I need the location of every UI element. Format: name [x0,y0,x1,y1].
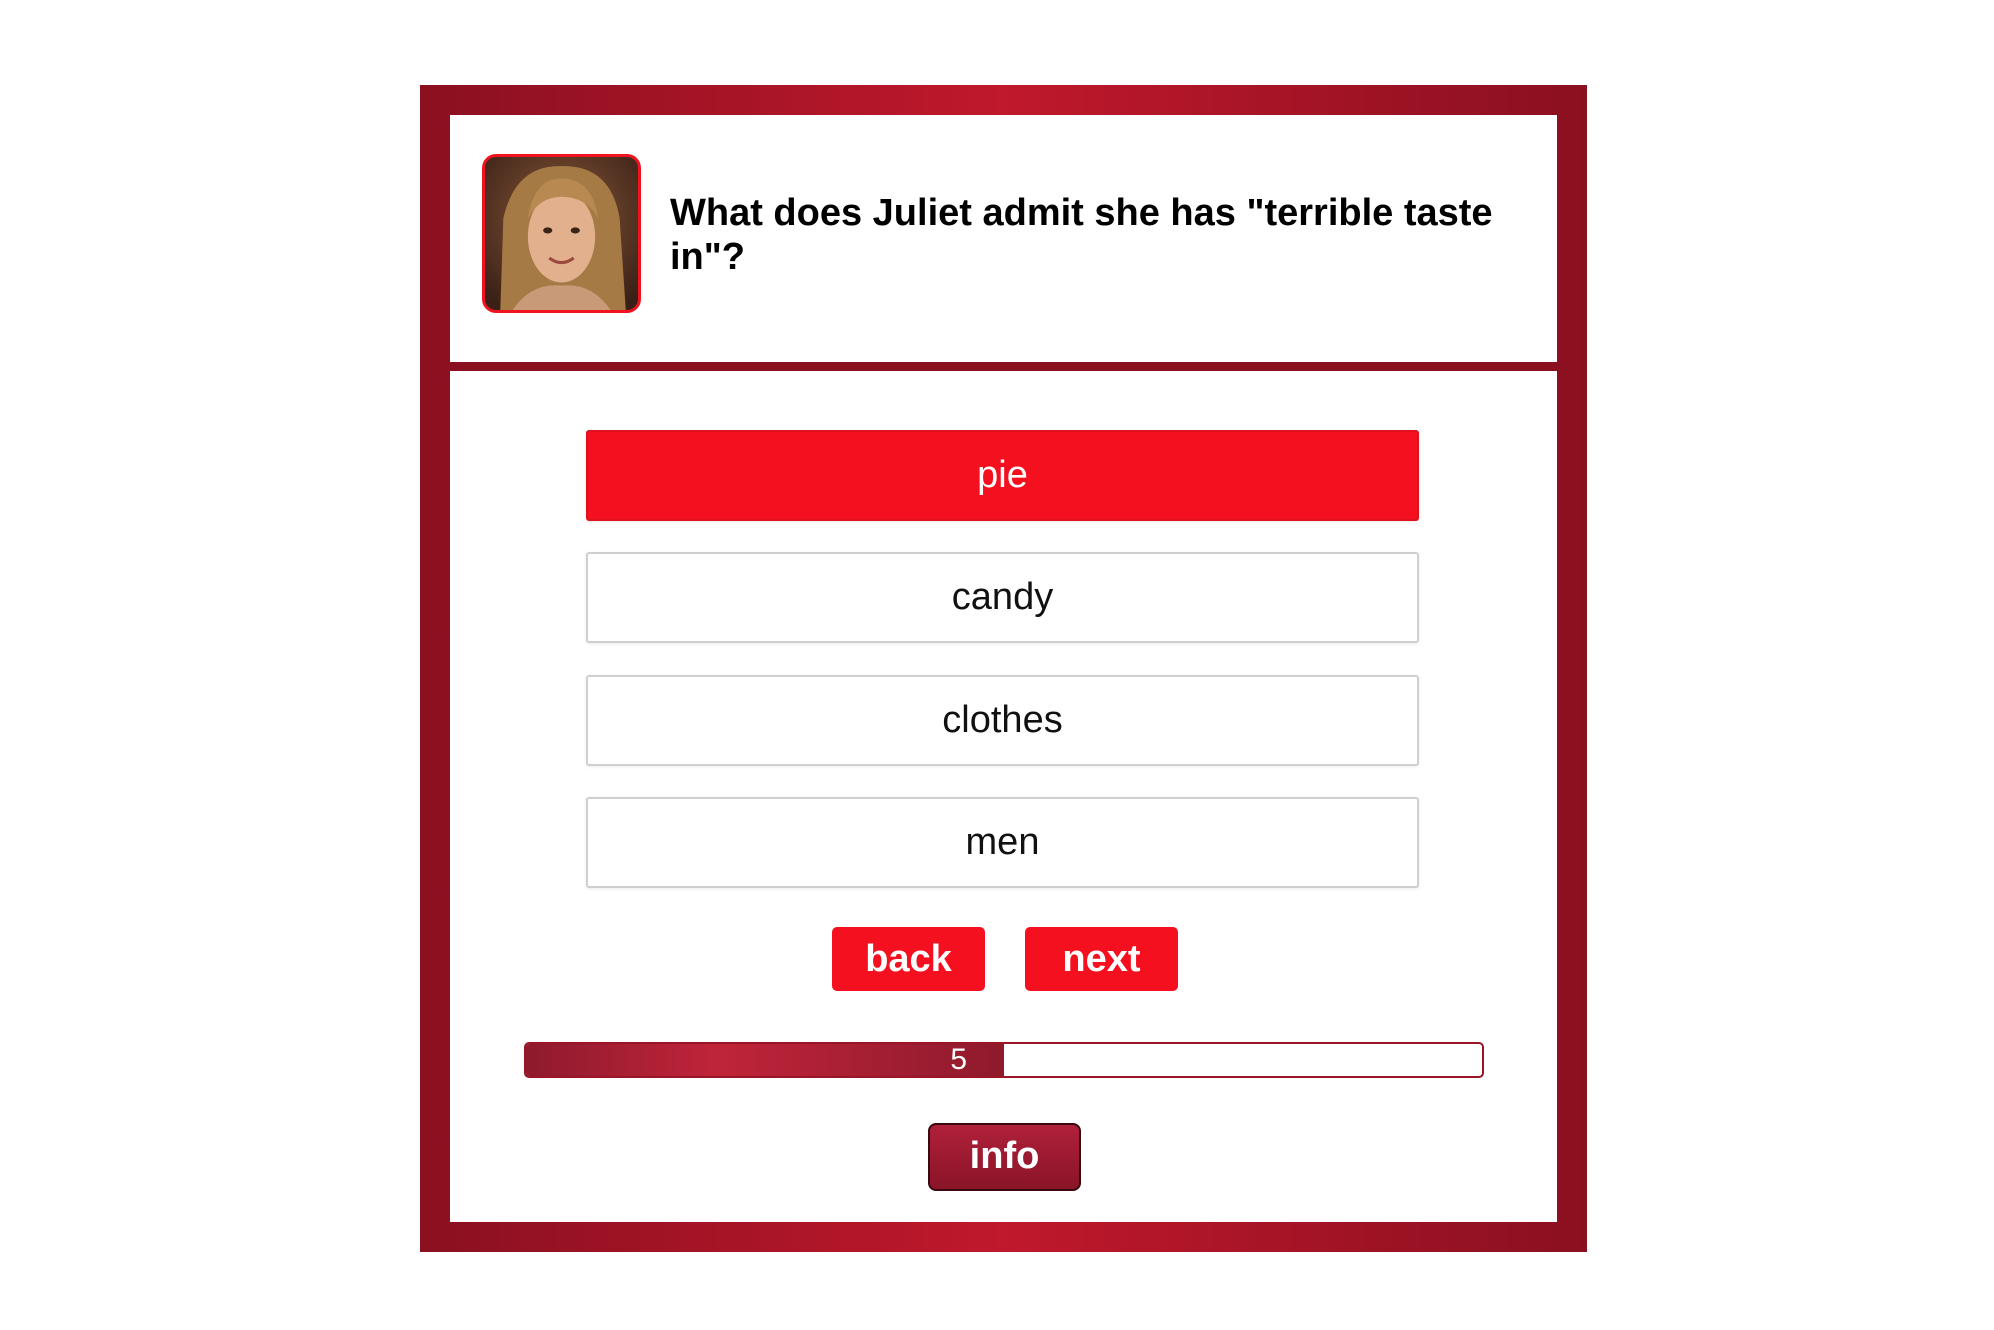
answer-option[interactable]: men [586,797,1419,888]
info-button[interactable]: info [928,1123,1081,1191]
character-avatar [482,154,641,313]
answer-option[interactable]: candy [586,552,1419,643]
answer-option[interactable]: clothes [586,675,1419,766]
progress-fill: 5 [526,1044,1004,1076]
answer-option[interactable]: pie [586,430,1419,521]
quiz-container: What does Juliet admit she has "terrible… [450,115,1557,1222]
question-text: What does Juliet admit she has "terrible… [670,192,1493,278]
next-button[interactable]: next [1025,927,1178,991]
character-portrait-image [485,157,638,310]
progress-count: 5 [950,1043,967,1076]
back-button[interactable]: back [832,927,985,991]
progress-bar: 5 [524,1042,1484,1078]
question-panel: What does Juliet admit she has "terrible… [450,115,1557,362]
answers-panel: pie candy clothes men back next 5 info [450,371,1557,1222]
quiz-frame: What does Juliet admit she has "terrible… [420,85,1587,1252]
